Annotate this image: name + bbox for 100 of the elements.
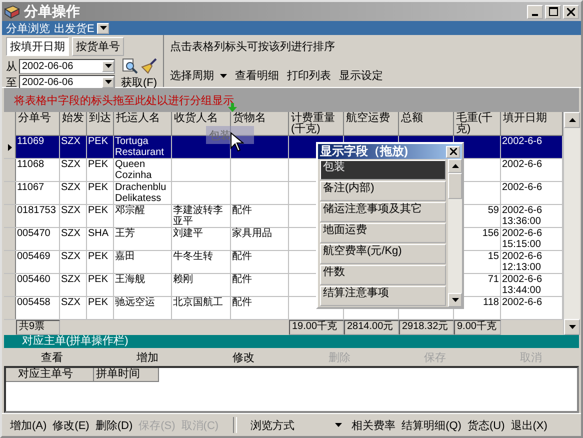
view-dropdown-button[interactable] [97, 22, 110, 34]
menu-item[interactable]: 打印列表 [287, 68, 331, 83]
view-label: 分单浏览 [6, 22, 50, 36]
field-item[interactable]: 件数 [320, 265, 446, 285]
table-cell: 邓宗醒 [114, 205, 172, 227]
scrollbar[interactable] [563, 112, 580, 335]
record-count: 共9票 [16, 320, 60, 335]
table-cell: PEK [87, 159, 114, 181]
table-cell: 嘉田 [114, 251, 172, 273]
table-cell: 驰远空运 [114, 297, 172, 319]
app-icon [4, 4, 20, 18]
caret-icon [100, 26, 107, 30]
window-title: 分单操作 [24, 2, 81, 20]
table-cell: SZX [60, 274, 87, 296]
table-cell: 配件 [231, 205, 289, 227]
toolbar-button[interactable]: 结算明细(Q) [402, 418, 462, 432]
toolbar-button[interactable]: 增加(A) [10, 418, 47, 432]
table-cell: 北京国航工 [172, 297, 231, 319]
scroll-down-icon [568, 325, 576, 329]
table-cell: 11067 [16, 182, 60, 204]
table-cell: PEK [87, 136, 114, 158]
table-cell: 刘建平 [172, 228, 231, 250]
menu-item[interactable]: 显示设定 [339, 68, 383, 83]
table-cell: PEK [87, 182, 114, 204]
fetch-button[interactable]: 获取(F) [121, 75, 158, 90]
scroll-down-icon [452, 298, 458, 302]
field-item[interactable]: 地面运费 [320, 223, 446, 243]
total-cell: 2918.32元 [399, 320, 454, 335]
table-cell: 赖刚 [172, 274, 231, 296]
table-cell: 11068 [16, 159, 60, 181]
column-header[interactable]: 对应主单号 [6, 368, 94, 382]
table-cell: 家具用品 [231, 228, 289, 250]
field-item[interactable]: 航空费率(元/Kg) [320, 244, 446, 264]
close-icon [567, 8, 575, 16]
popup-scrollbar[interactable] [448, 159, 462, 307]
scroll-up-icon [452, 164, 458, 168]
field-item[interactable]: 储运注意事项及其它 [320, 202, 446, 222]
caret-icon [104, 64, 112, 68]
minimize-button[interactable] [527, 4, 543, 18]
table-cell: SZX [60, 182, 87, 204]
cursor-icon [230, 132, 244, 152]
table-cell: PEK [87, 251, 114, 273]
table-cell: SHA [87, 228, 114, 250]
broom-icon[interactable] [140, 58, 157, 74]
table-cell: 11069 [16, 136, 60, 158]
toolbar-button[interactable]: 相关费率 [352, 418, 396, 432]
close-button[interactable] [563, 4, 579, 18]
table-cell: 配件 [231, 251, 289, 273]
date-field[interactable]: 2002-06-06 [19, 74, 115, 90]
view-dropdown-value: 出发货E [54, 22, 94, 36]
menu-item[interactable]: 查看明细 [235, 68, 279, 83]
table-cell: SZX [60, 159, 87, 181]
minimize-icon [532, 14, 538, 16]
table-cell: 王海舰 [114, 274, 172, 296]
toolbar-button[interactable]: 退出(X) [510, 418, 548, 432]
table-cell: SZX [60, 228, 87, 250]
caret-icon [220, 74, 227, 78]
date-field[interactable]: 2002-06-06 [19, 58, 115, 74]
close-icon [450, 148, 456, 155]
field-item[interactable]: 包装 [320, 160, 446, 180]
field-item[interactable]: 结算注意事项 [320, 286, 446, 306]
popup-close-button[interactable] [446, 146, 460, 158]
date-label: 从 [6, 60, 17, 74]
panel-title-bar: 对应主单(拼单操作栏) [4, 335, 579, 348]
table-cell: 王芳 [114, 228, 172, 250]
caret-icon [104, 80, 112, 84]
toolbar-button[interactable]: 修改(E) [52, 418, 90, 432]
table-cell: 配件 [231, 297, 289, 319]
table-cell: 005469 [16, 251, 60, 273]
date-label: 至 [6, 76, 17, 90]
field-item[interactable]: 备注(内部) [320, 181, 446, 201]
total-cell: 9.00千克 [454, 320, 501, 335]
period-dropdown[interactable]: 选择周期 [170, 68, 227, 83]
table-cell: 李建波转李亚平 [172, 205, 231, 227]
view-mode-dropdown[interactable]: 浏览方式 [250, 418, 342, 432]
maximize-button[interactable] [545, 4, 561, 18]
table-cell: 005458 [16, 297, 60, 319]
table-cell: PEK [87, 297, 114, 319]
total-cell: 19.00千克 [289, 320, 344, 335]
table-cell: 牛冬生转 [172, 251, 231, 273]
table-cell: SZX [60, 251, 87, 273]
column-header[interactable]: 拼单时间 [94, 368, 159, 382]
scroll-thumb[interactable] [448, 173, 462, 199]
maximize-icon [548, 7, 558, 16]
popup-title: 显示字段（拖放) [320, 143, 408, 160]
toolbar-button[interactable]: 货态(U) [467, 418, 505, 432]
table-cell: 005460 [16, 274, 60, 296]
total-cell: 2814.00元 [344, 320, 399, 335]
row-pointer-icon [8, 144, 12, 150]
tab[interactable]: 按货单号 [72, 37, 124, 56]
search-icon[interactable] [122, 58, 138, 74]
sort-hint: 点击表格列标头可按该列进行排序 [170, 40, 336, 54]
group-hint: 将表格中字段的标头拖至此处以进行分组显示 [14, 94, 234, 108]
table-cell: 配件 [231, 274, 289, 296]
tab[interactable]: 按填开日期 [6, 37, 69, 56]
toolbar-button[interactable]: 删除(D) [95, 418, 133, 432]
table-cell: 005470 [16, 228, 60, 250]
caret-icon [334, 423, 342, 427]
table-cell: SZX [60, 205, 87, 227]
table-cell: SZX [60, 297, 87, 319]
